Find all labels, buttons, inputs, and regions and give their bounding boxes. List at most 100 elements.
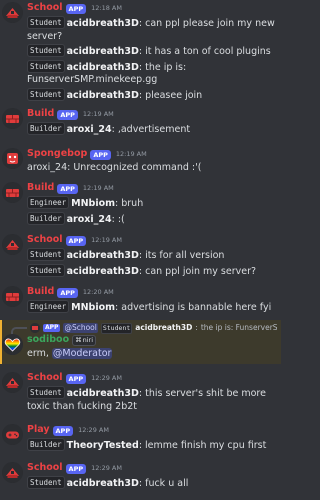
sender-name: aroxi_24	[66, 213, 112, 225]
timestamp: 12:29 AM	[78, 426, 109, 435]
timestamp: 12:19 AM	[115, 150, 147, 159]
role-chip: Student	[27, 386, 65, 399]
red-building-icon[interactable]	[2, 234, 23, 255]
message-line: Engineer MNbiom: advertising is bannable …	[27, 300, 277, 315]
role-chip: Student	[27, 263, 65, 277]
red-brick-icon[interactable]	[2, 182, 23, 203]
author-name[interactable]: School	[27, 2, 63, 15]
message-line: Builder aroxi_24: ,advertisement	[27, 122, 277, 137]
message-group: APP @School Student acidbreath3D: the ip…	[0, 322, 281, 361]
sender-name: acidbreath3D	[66, 388, 139, 399]
role-mention[interactable]: @Moderator	[51, 348, 113, 359]
message-line: aroxi_24: Unrecognized command :'(	[27, 162, 277, 175]
author-name[interactable]: Build	[27, 182, 54, 195]
timestamp: 12:18 AM	[91, 4, 122, 13]
message-text: it has a ton of cool plugins	[145, 46, 271, 58]
message-group: School APP 12:18 AM Student acidbreath3D:…	[0, 2, 281, 102]
message-text: bruh	[121, 198, 144, 209]
message-line: Student acidbreath3D: pleasee join	[27, 87, 277, 103]
role-chip: Student	[27, 476, 65, 489]
author-name[interactable]: Build	[27, 286, 54, 299]
message-text: ,advertisement	[117, 124, 191, 135]
tag-label: niri	[82, 336, 93, 344]
author-name[interactable]: School	[27, 372, 63, 385]
rainbow-heart-icon[interactable]	[2, 334, 23, 355]
sender-name: aroxi_24	[66, 124, 112, 135]
red-building-icon[interactable]	[2, 372, 23, 393]
app-badge: APP	[57, 287, 78, 298]
reply-preview[interactable]: APP @School Student acidbreath3D: the ip…	[0, 322, 277, 334]
message-group: Spongebop APP 12:19 AM aroxi_24: Unrecog…	[0, 148, 281, 175]
role-chip: Student	[27, 16, 65, 29]
message-text: can ppl join my server?	[145, 265, 257, 277]
role-chip: Student	[27, 248, 65, 261]
tag-icon: ⌘	[75, 336, 82, 344]
reply-text: the ip is: FunserverS...	[200, 323, 277, 333]
sender-name: MNbiom	[71, 198, 116, 209]
sender-name: MNbiom	[71, 302, 116, 313]
message-text: its for all version	[145, 250, 225, 261]
role-chip: Engineer	[27, 300, 70, 313]
timestamp: 12:19 AM	[82, 184, 114, 193]
reply-mention[interactable]: @School	[63, 323, 98, 333]
author-name[interactable]: Spongebop	[27, 148, 87, 161]
author-name[interactable]: Play	[27, 424, 50, 437]
red-building-icon[interactable]	[2, 462, 23, 483]
timestamp: 12:19 AM	[91, 236, 122, 245]
author-name[interactable]: sodiboo	[27, 334, 69, 347]
message-group: Play APP 12:29 AM Builder TheoryTested: l…	[0, 424, 281, 453]
sender-name: acidbreath3D	[66, 89, 139, 101]
sender-name: acidbreath3D	[66, 250, 139, 261]
message-line: Student acidbreath3D: it has a ton of coo…	[27, 44, 277, 59]
author-name[interactable]: Build	[27, 108, 54, 121]
red-building-icon[interactable]	[2, 2, 23, 23]
app-badge: APP	[65, 235, 87, 246]
sender-name: acidbreath3D	[66, 46, 139, 58]
reply-connector	[11, 326, 27, 334]
red-brick-icon[interactable]	[2, 286, 23, 307]
message-text: lemme finish my cpu first	[145, 440, 267, 451]
author-name[interactable]: School	[27, 462, 63, 475]
message-line: Student acidbreath3D: can ppl join my ser…	[27, 263, 277, 279]
red-sponge-icon[interactable]	[2, 148, 23, 169]
message-text: fuck u all	[145, 478, 189, 489]
role-chip: Builder	[27, 122, 65, 135]
timestamp: 12:29 AM	[91, 374, 122, 383]
timestamp: 12:19 AM	[82, 110, 114, 119]
message-text: advertising is bannable here fyi	[121, 302, 272, 313]
app-badge: APP	[65, 463, 87, 474]
sender-name: acidbreath3D	[66, 265, 139, 277]
message-group: School APP 12:29 AM Student acidbreath3D:…	[0, 462, 281, 491]
message-line: Student acidbreath3D: the ip is: Funserve…	[27, 59, 187, 86]
chat-message-list: School APP 12:18 AM Student acidbreath3D:…	[0, 0, 281, 500]
message-line: Builder aroxi_24: :(	[27, 211, 277, 227]
server-tag[interactable]: ⌘ niri	[72, 335, 96, 346]
red-controller-icon[interactable]	[2, 424, 23, 445]
message-text: erm,	[27, 348, 49, 359]
message-line: Engineer MNbiom: bruh	[27, 196, 277, 211]
app-badge: APP	[52, 425, 74, 436]
sender-name: acidbreath3D	[135, 323, 193, 333]
sender-name: acidbreath3D	[66, 478, 139, 489]
app-badge: APP	[57, 183, 78, 194]
role-chip: Builder	[27, 211, 65, 225]
app-badge: APP	[43, 324, 61, 332]
message-group: School APP 12:19 AM Student acidbreath3D:…	[0, 234, 281, 278]
message-line: Student acidbreath3D: its for all version	[27, 248, 277, 263]
role-chip: Student	[27, 87, 65, 101]
role-chip: Builder	[27, 438, 65, 451]
message-line: Student acidbreath3D: fuck u all	[27, 476, 277, 491]
role-chip: Student	[27, 59, 65, 73]
red-brick-icon[interactable]	[2, 108, 23, 129]
message-line: Builder TheoryTested: lemme finish my cpu…	[27, 438, 277, 453]
message-group: School APP 12:29 AM Student acidbreath3D:…	[0, 372, 281, 413]
role-chip: Student	[100, 322, 133, 334]
app-badge: APP	[90, 149, 111, 160]
timestamp: 12:20 AM	[82, 288, 114, 297]
message-line: Student acidbreath3D: this server's shit …	[27, 386, 266, 412]
author-name[interactable]: School	[27, 234, 63, 247]
message-line: erm, @Moderator	[27, 348, 277, 361]
sender-name: acidbreath3D	[66, 61, 139, 73]
red-brick-icon	[30, 323, 40, 333]
app-badge: APP	[57, 109, 78, 120]
